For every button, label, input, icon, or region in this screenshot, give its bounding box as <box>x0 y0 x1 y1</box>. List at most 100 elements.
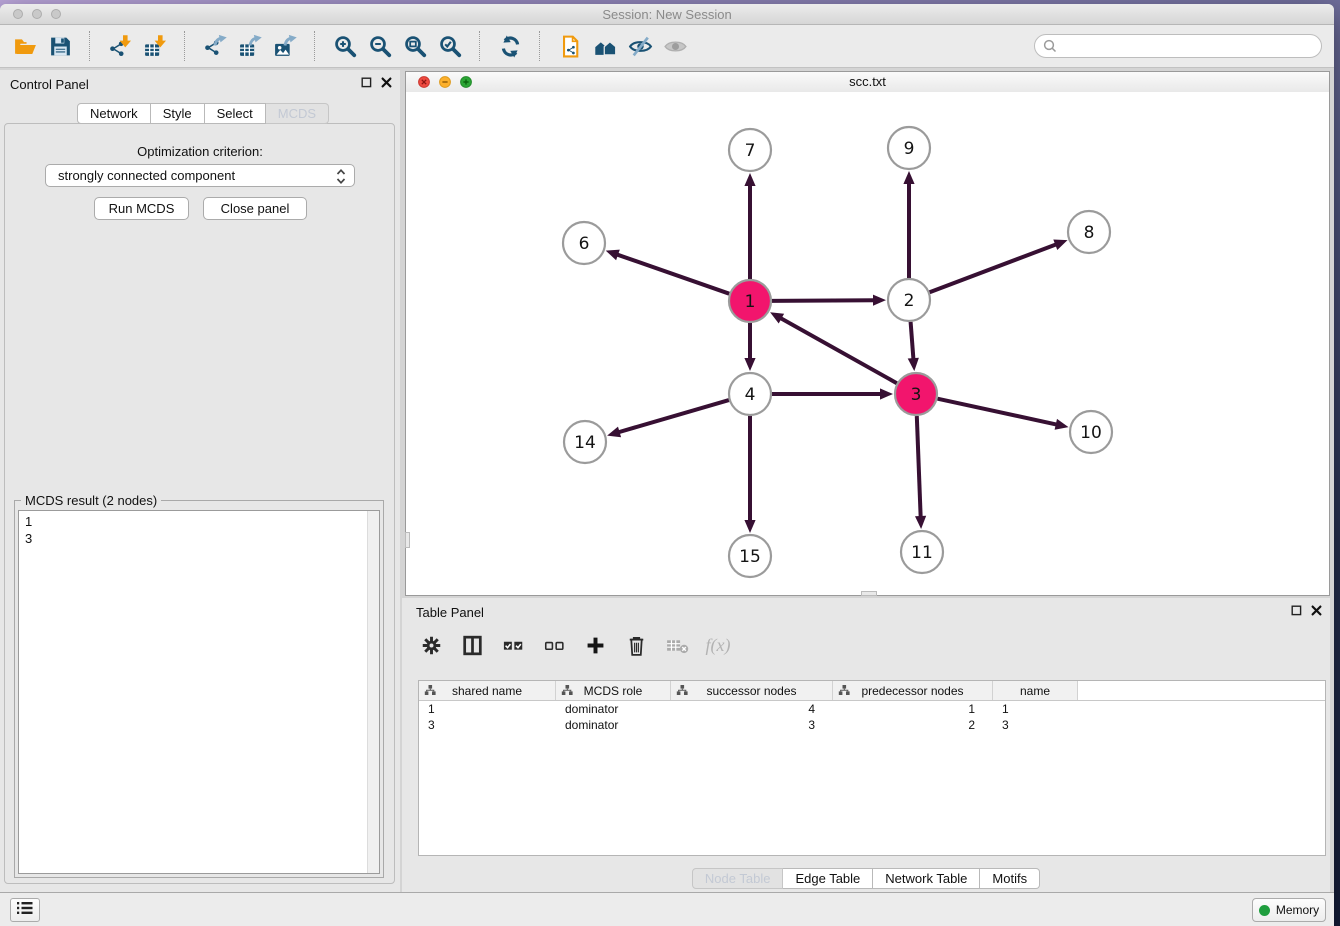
column-header-successor-nodes[interactable]: successor nodes <box>671 681 833 700</box>
graph-arrowhead <box>607 427 621 438</box>
memory-button[interactable]: Memory <box>1252 898 1326 922</box>
toolbar-separator <box>539 31 541 61</box>
graph-edge-2-8[interactable] <box>930 244 1058 292</box>
column-header-label: name <box>1020 684 1050 698</box>
graph-edge-3-10[interactable] <box>938 399 1058 425</box>
create-column-icon[interactable] <box>582 632 608 658</box>
network-graph[interactable]: 7968124314101511 <box>406 92 1329 595</box>
graph-arrowhead <box>880 388 893 399</box>
result-scrollbar[interactable] <box>367 511 379 873</box>
table-cell: 1 <box>993 702 1078 716</box>
hide-selected-icon[interactable] <box>627 33 653 59</box>
node-table: shared name MCDS role successor nodes prede… <box>418 680 1326 856</box>
graph-arrowhead <box>744 520 755 533</box>
network-window-titlebar[interactable]: scc.txt <box>406 72 1329 93</box>
select-all-columns-icon[interactable] <box>500 632 526 658</box>
tab-style[interactable]: Style <box>151 103 205 124</box>
left-splitter-grip[interactable] <box>405 532 410 548</box>
run-mcds-button[interactable]: Run MCDS <box>94 197 189 220</box>
graph-node-label-10: 10 <box>1080 423 1102 443</box>
table-cell: 1 <box>419 702 556 716</box>
graph-edge-3-1[interactable] <box>780 318 897 384</box>
import-table-icon[interactable] <box>142 33 168 59</box>
open-session-icon[interactable] <box>12 33 38 59</box>
criterion-value: strongly connected component <box>58 168 235 183</box>
network-from-selection-icon[interactable] <box>557 33 583 59</box>
search-input[interactable] <box>1058 37 1321 55</box>
export-table-icon[interactable] <box>237 33 263 59</box>
delete-table-icon <box>664 632 690 658</box>
close-panel-icon[interactable] <box>381 77 392 88</box>
first-neighbors-icon[interactable] <box>592 33 618 59</box>
table-cell: dominator <box>556 718 671 732</box>
table-cell: 2 <box>833 718 993 732</box>
delete-columns-icon[interactable] <box>623 632 649 658</box>
bottom-splitter-grip[interactable] <box>861 591 877 596</box>
column-header-name[interactable]: name <box>993 681 1078 700</box>
criterion-dropdown[interactable]: strongly connected component <box>45 164 355 187</box>
show-hidden-icon <box>662 33 688 59</box>
float-panel-icon[interactable] <box>361 77 372 88</box>
zoom-selected-icon[interactable] <box>437 33 463 59</box>
table-cell: 3 <box>671 718 833 732</box>
save-session-icon[interactable] <box>47 33 73 59</box>
column-header-label: successor nodes <box>706 684 796 698</box>
graph-edge-3-11[interactable] <box>917 416 921 518</box>
graph-edge-4-14[interactable] <box>618 400 729 432</box>
column-header-shared-name[interactable]: shared name <box>419 681 556 700</box>
tab-network[interactable]: Network <box>77 103 151 124</box>
column-header-predecessor-nodes[interactable]: predecessor nodes <box>833 681 993 700</box>
column-tree-icon <box>424 684 436 696</box>
graph-arrowhead <box>903 171 914 184</box>
column-header-MCDS-role[interactable]: MCDS role <box>556 681 671 700</box>
table-mode-icon[interactable] <box>418 632 444 658</box>
column-header-label: shared name <box>452 684 522 698</box>
float-table-panel-icon[interactable] <box>1291 605 1302 616</box>
table-cell: 3 <box>993 718 1078 732</box>
graph-arrowhead <box>744 173 755 186</box>
graph-edge-1-2[interactable] <box>772 300 875 301</box>
graph-node-label-4: 4 <box>745 385 756 405</box>
tab-select[interactable]: Select <box>205 103 266 124</box>
graph-node-label-8: 8 <box>1084 223 1095 243</box>
mcds-result-area[interactable]: 1 3 <box>18 510 380 874</box>
column-tree-icon <box>676 684 688 696</box>
column-tree-icon <box>838 684 850 696</box>
network-canvas[interactable]: 7968124314101511 <box>406 92 1329 595</box>
table-row[interactable]: 3dominator323 <box>419 717 1325 733</box>
graph-node-label-1: 1 <box>745 292 756 312</box>
zoom-fit-icon[interactable] <box>402 33 428 59</box>
window-title: Session: New Session <box>0 7 1334 22</box>
mcds-result-group: MCDS result (2 nodes) 1 3 <box>14 500 384 878</box>
tab-mcds[interactable]: MCDS <box>266 103 329 124</box>
graph-edge-1-6[interactable] <box>616 254 729 294</box>
graph-node-label-7: 7 <box>745 141 756 161</box>
export-image-icon[interactable] <box>272 33 298 59</box>
tab-motifs[interactable]: Motifs <box>980 868 1040 889</box>
status-bar: Memory <box>0 892 1334 926</box>
export-network-icon[interactable] <box>202 33 228 59</box>
graph-node-label-3: 3 <box>911 385 922 405</box>
show-columns-icon[interactable] <box>459 632 485 658</box>
list-icon <box>13 896 37 925</box>
tab-edge-table[interactable]: Edge Table <box>783 868 873 889</box>
memory-status-icon <box>1259 905 1270 916</box>
close-table-panel-icon[interactable] <box>1311 605 1322 616</box>
graph-node-label-6: 6 <box>579 234 590 254</box>
toolbar-separator <box>184 31 186 61</box>
zoom-in-icon[interactable] <box>332 33 358 59</box>
column-header-label: predecessor nodes <box>861 684 963 698</box>
apply-layout-icon[interactable] <box>497 33 523 59</box>
graph-edge-2-3[interactable] <box>911 322 914 360</box>
unselect-all-columns-icon[interactable] <box>541 632 567 658</box>
tab-network-table[interactable]: Network Table <box>873 868 980 889</box>
import-network-icon[interactable] <box>107 33 133 59</box>
search-field[interactable] <box>1034 34 1322 58</box>
mcds-result-text: 1 3 <box>19 511 368 873</box>
column-tree-icon <box>561 684 573 696</box>
close-panel-button[interactable]: Close panel <box>203 197 307 220</box>
task-history-button[interactable] <box>10 898 40 922</box>
tab-node-table[interactable]: Node Table <box>692 868 784 889</box>
zoom-out-icon[interactable] <box>367 33 393 59</box>
table-row[interactable]: 1dominator411 <box>419 701 1325 717</box>
